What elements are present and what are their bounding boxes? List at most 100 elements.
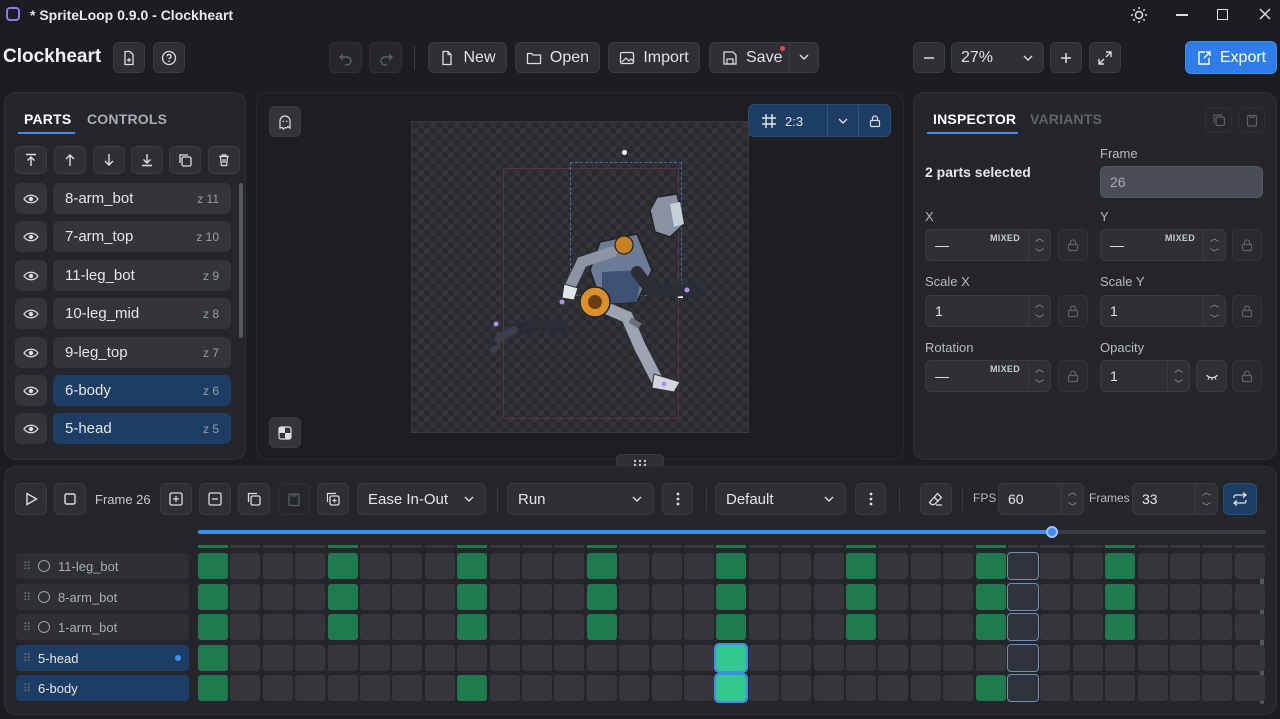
- keyframe-cell[interactable]: [846, 614, 876, 640]
- visibility-toggle[interactable]: [15, 337, 47, 368]
- rotation-stepper[interactable]: ︿ ﹀: [1028, 361, 1050, 391]
- frame-cell[interactable]: [619, 584, 649, 610]
- frame-cell[interactable]: [814, 584, 844, 610]
- frame-cell[interactable]: [587, 675, 617, 701]
- keyframe-cell[interactable]: [587, 614, 617, 640]
- frame-cell[interactable]: [230, 675, 260, 701]
- frame-cell[interactable]: [749, 553, 779, 579]
- keyframe-cell[interactable]: [1105, 553, 1135, 579]
- keyframe-cell[interactable]: [714, 643, 748, 673]
- visibility-toggle[interactable]: [15, 298, 47, 329]
- theme-toggle-icon[interactable]: [1130, 6, 1148, 24]
- aspect-value[interactable]: 2:3: [785, 114, 803, 129]
- frame-cell[interactable]: [781, 584, 811, 610]
- canvas-stage[interactable]: [411, 121, 749, 433]
- keyframe-cell[interactable]: [328, 553, 358, 579]
- frame-cell[interactable]: [684, 645, 714, 671]
- frame-cell[interactable]: [392, 584, 422, 610]
- drag-handle-icon[interactable]: ⠿: [16, 652, 38, 665]
- frame-cell[interactable]: [1073, 675, 1103, 701]
- frame-cell[interactable]: [652, 645, 682, 671]
- frame-cell[interactable]: [878, 553, 908, 579]
- frame-cell[interactable]: [1138, 614, 1168, 640]
- frame-cell[interactable]: [295, 584, 325, 610]
- frame-cell[interactable]: [1138, 553, 1168, 579]
- frame-cell[interactable]: [554, 584, 584, 610]
- frame-cell[interactable]: [1202, 553, 1232, 579]
- frame-cell[interactable]: [619, 675, 649, 701]
- export-button[interactable]: Export: [1185, 41, 1277, 74]
- save-options-chevron-icon[interactable]: [798, 50, 810, 69]
- frame-cell[interactable]: [490, 614, 520, 640]
- keyframe-cell[interactable]: [328, 584, 358, 610]
- frame-cell[interactable]: [554, 645, 584, 671]
- frame-cell[interactable]: [554, 675, 584, 701]
- fps-stepper[interactable]: ︿ ﹀: [1061, 484, 1083, 514]
- open-button[interactable]: Open: [515, 42, 600, 73]
- paste-properties-button[interactable]: [1238, 107, 1265, 133]
- frame-cell[interactable]: [263, 584, 293, 610]
- frame-cell[interactable]: [619, 553, 649, 579]
- keyframe-cell[interactable]: [328, 614, 358, 640]
- keyframe-cell[interactable]: [587, 584, 617, 610]
- lock-icon[interactable]: [868, 114, 882, 128]
- scrubber-track[interactable]: [198, 526, 1266, 538]
- scale-x-stepper[interactable]: ︿ ﹀: [1028, 296, 1050, 326]
- keyframe-cell[interactable]: [976, 614, 1006, 640]
- frame-cell[interactable]: [943, 645, 973, 671]
- parts-scrollbar[interactable]: [239, 183, 243, 338]
- tab-variants[interactable]: VARIANTS: [1030, 111, 1102, 127]
- frame-cell[interactable]: [878, 675, 908, 701]
- frame-cell[interactable]: [1040, 614, 1070, 640]
- frame-cell[interactable]: [522, 645, 552, 671]
- frame-cell[interactable]: [652, 675, 682, 701]
- part-item[interactable]: 5-head z 5: [53, 413, 231, 444]
- frame-cell[interactable]: [1170, 675, 1200, 701]
- frame-cell[interactable]: [1007, 552, 1039, 580]
- part-item[interactable]: 6-body z 6: [53, 375, 231, 406]
- frame-cell[interactable]: [1007, 674, 1039, 702]
- frame-cell[interactable]: [392, 675, 422, 701]
- keyframe-cell[interactable]: [716, 584, 746, 610]
- frame-cell[interactable]: [652, 614, 682, 640]
- frame-cell[interactable]: [1040, 553, 1070, 579]
- frame-cell[interactable]: [1105, 645, 1135, 671]
- frame-cell[interactable]: [1170, 645, 1200, 671]
- import-button[interactable]: Import: [608, 42, 700, 73]
- frame-cell[interactable]: [425, 614, 455, 640]
- frame-cell[interactable]: [943, 584, 973, 610]
- close-icon[interactable]: [1257, 6, 1273, 22]
- frame-cell[interactable]: [911, 675, 941, 701]
- move-up-button[interactable]: [54, 146, 86, 174]
- frame-cell[interactable]: [814, 614, 844, 640]
- visibility-toggle[interactable]: [15, 413, 47, 444]
- frame-cell[interactable]: [684, 675, 714, 701]
- rotation-field[interactable]: — MIXED ︿ ﹀: [925, 360, 1051, 392]
- frame-cell[interactable]: [1007, 583, 1039, 611]
- keyframe-cell[interactable]: [1105, 584, 1135, 610]
- frame-cell[interactable]: [425, 584, 455, 610]
- frame-cell[interactable]: [230, 584, 260, 610]
- frame-cell[interactable]: [230, 645, 260, 671]
- keyframe-cell[interactable]: [198, 553, 228, 579]
- save-button[interactable]: Save: [709, 42, 819, 73]
- frame-cell[interactable]: [360, 614, 390, 640]
- move-to-bottom-button[interactable]: [131, 146, 163, 174]
- frame-cell[interactable]: [230, 553, 260, 579]
- zoom-in-button[interactable]: [1050, 42, 1082, 73]
- frame-cell[interactable]: [1007, 644, 1039, 672]
- frame-cell[interactable]: [911, 614, 941, 640]
- x-stepper[interactable]: ︿ ﹀: [1028, 230, 1050, 260]
- frame-cell[interactable]: [878, 614, 908, 640]
- frame-cell[interactable]: [392, 645, 422, 671]
- robot-sprite[interactable]: [452, 152, 712, 402]
- track-row[interactable]: ⠿ 5-head: [16, 645, 189, 671]
- visibility-toggle[interactable]: [15, 260, 47, 291]
- keyframe-cell[interactable]: [198, 584, 228, 610]
- frame-cell[interactable]: [522, 584, 552, 610]
- keyframe-cell[interactable]: [457, 614, 487, 640]
- keyframe-cell[interactable]: [457, 553, 487, 579]
- frame-cell[interactable]: [619, 614, 649, 640]
- frame-cell[interactable]: [684, 584, 714, 610]
- frame-cell[interactable]: [1007, 613, 1039, 641]
